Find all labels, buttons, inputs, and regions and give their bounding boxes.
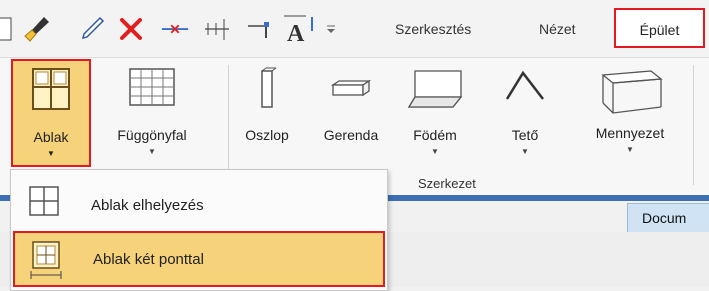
tab-nezet[interactable]: Nézet [539, 21, 576, 37]
oszlop-button[interactable]: Oszlop [238, 67, 296, 143]
tab-epulet[interactable]: Épület [614, 8, 705, 48]
svg-text:A: A [287, 21, 305, 45]
slab-icon [406, 67, 464, 115]
fuggonyfal-label: Függönyfal [117, 127, 187, 143]
menu-item-ablak-ket-ponttal-label: Ablak két ponttal [93, 251, 204, 268]
fuggonyfal-button[interactable]: Függönyfal ▼ [106, 67, 198, 157]
label-marker-icon[interactable] [244, 14, 274, 44]
gerenda-label: Gerenda [323, 127, 379, 143]
ceiling-icon [580, 67, 680, 115]
oszlop-label: Oszlop [245, 127, 289, 143]
tab-szerkesztes[interactable]: Szerkesztés [395, 21, 471, 37]
fodem-button[interactable]: Födém ▼ [406, 67, 464, 157]
ablak-button[interactable]: Ablak ▼ [11, 59, 91, 167]
document-tab[interactable]: Docum [627, 203, 709, 233]
ablak-label: Ablak [33, 129, 69, 145]
fodem-dropdown-arrow-icon: ▼ [431, 147, 439, 156]
mennyezet-label: Mennyezet [595, 125, 665, 141]
fuggonyfal-dropdown-arrow-icon: ▼ [148, 147, 156, 156]
menu-item-ablak-elhelyezes-label: Ablak elhelyezés [91, 197, 204, 214]
curtain-wall-icon [106, 67, 198, 115]
menu-item-ablak-elhelyezes[interactable]: Ablak elhelyezés [11, 178, 387, 232]
delete-icon[interactable] [116, 14, 146, 44]
tab-epulet-label: Épület [639, 22, 680, 38]
mennyezet-dropdown-arrow-icon: ▼ [626, 145, 634, 154]
window-place-icon [27, 184, 61, 223]
menu-item-ablak-ket-ponttal[interactable]: Ablak két ponttal [13, 231, 385, 287]
column-icon [238, 67, 296, 115]
dimension-icon[interactable] [202, 14, 232, 44]
gerenda-button[interactable]: Gerenda [312, 67, 390, 143]
ribbon-separator [693, 65, 694, 185]
ablak-dropdown-menu: Ablak elhelyezés Ablak két ponttal [10, 169, 388, 291]
ablak-dropdown-arrow-icon: ▼ [47, 149, 55, 158]
window-icon [31, 67, 71, 116]
new-document-icon[interactable] [0, 14, 18, 44]
teto-label: Tető [511, 127, 539, 143]
teto-dropdown-arrow-icon: ▼ [521, 147, 529, 156]
ribbon-group-label: Szerkezet [418, 176, 476, 191]
mennyezet-button[interactable]: Mennyezet ▼ [580, 67, 680, 155]
fodem-label: Födém [413, 127, 457, 143]
roof-icon [500, 67, 550, 115]
beam-icon [312, 67, 390, 115]
window-two-points-icon [29, 239, 63, 286]
pen-icon[interactable] [76, 14, 106, 44]
break-line-icon[interactable] [160, 14, 190, 44]
paint-brush-icon[interactable] [22, 14, 52, 44]
teto-button[interactable]: Tető ▼ [500, 67, 550, 157]
customize-dropdown-icon[interactable] [322, 14, 340, 44]
text-tool-icon[interactable]: A [282, 14, 322, 45]
quick-access-toolbar: A Szerkesztés Nézet Épület [0, 0, 709, 57]
ribbon-separator [228, 65, 229, 185]
